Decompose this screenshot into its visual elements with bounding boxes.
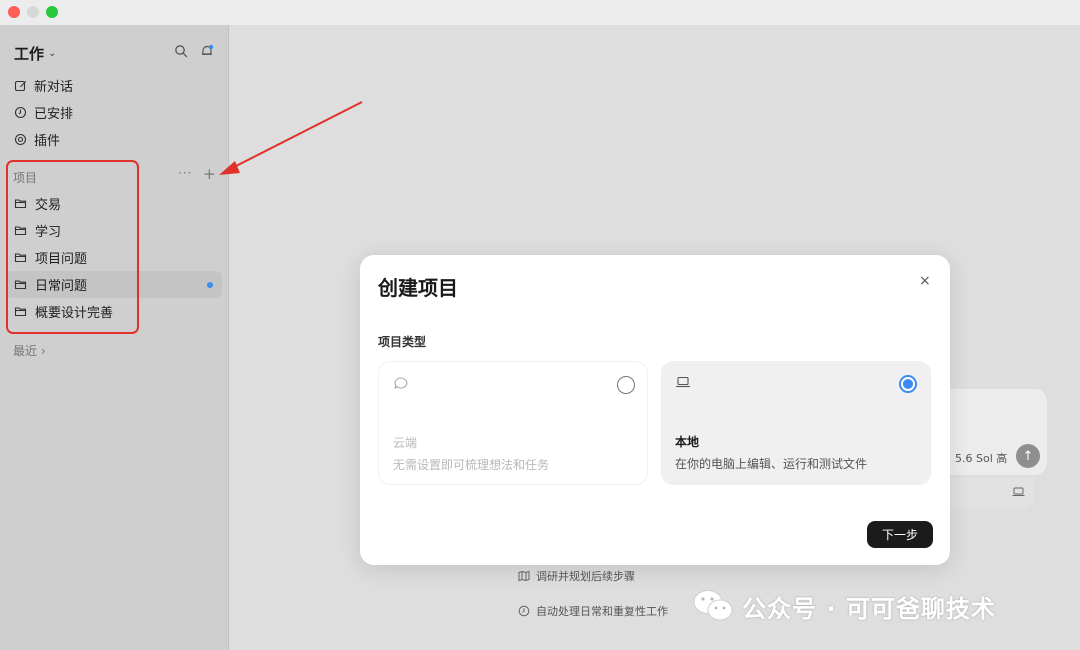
workspace-name: 工作 xyxy=(14,45,45,63)
nav-new-chat-label: 新对话 xyxy=(34,79,74,95)
local-option-name: 本地 xyxy=(675,435,700,449)
watermark: 公众号 · 可可爸聊技术 xyxy=(692,588,996,624)
wechat-icon xyxy=(693,590,733,621)
send-button[interactable]: ↑ xyxy=(1016,444,1040,468)
window-titlebar xyxy=(0,0,1080,25)
cloud-option-name: 云端 xyxy=(393,436,418,450)
nav-plugins[interactable]: 插件 xyxy=(14,130,61,149)
sidebar: 工作 ⌄ 新对话 已安排 插件 项目 ··· + 交易 学习 项目问题 日常问题… xyxy=(0,25,229,650)
cloud-radio[interactable] xyxy=(617,376,635,394)
workspace-switcher[interactable]: 工作 ⌄ xyxy=(14,43,56,64)
map-icon xyxy=(518,570,530,582)
add-project-button[interactable]: + xyxy=(203,165,216,183)
close-icon[interactable]: × xyxy=(919,273,931,289)
suggestion-label: 自动处理日常和重复性工作 xyxy=(536,605,668,618)
clock-icon xyxy=(518,605,530,617)
search-icon[interactable] xyxy=(174,44,188,58)
at-icon xyxy=(14,133,27,145)
project-type-label: 项目类型 xyxy=(378,335,427,349)
dialog-title: 创建项目 xyxy=(378,276,458,300)
nav-scheduled[interactable]: 已安排 xyxy=(14,103,74,122)
laptop-icon xyxy=(676,376,690,388)
suggestion-label: 调研并规划后续步骤 xyxy=(536,570,635,583)
projects-more-button[interactable]: ··· xyxy=(178,166,192,180)
local-option-card[interactable]: 本地 在你的电脑上编辑、运行和测试文件 xyxy=(661,361,931,485)
chevron-down-icon: ⌄ xyxy=(48,48,57,59)
local-radio[interactable] xyxy=(899,375,917,393)
recent-section-toggle[interactable]: 最近 › xyxy=(13,342,46,359)
next-button[interactable]: 下一步 xyxy=(867,521,933,548)
laptop-icon[interactable] xyxy=(1012,487,1025,497)
cloud-option-desc: 无需设置即可梳理想法和任务 xyxy=(393,458,550,472)
unread-dot xyxy=(207,282,213,288)
zoom-window-button[interactable] xyxy=(46,6,58,18)
clock-icon xyxy=(14,106,27,118)
nav-scheduled-label: 已安排 xyxy=(34,106,74,122)
cloud-option-card[interactable]: 云端 无需设置即可梳理想法和任务 xyxy=(378,361,648,485)
suggestion-item[interactable]: 调研并规划后续步骤 xyxy=(518,568,635,584)
close-window-button[interactable] xyxy=(8,6,20,18)
annotation-highlight-box xyxy=(6,160,139,334)
watermark-text: 公众号 · 可可爸聊技术 xyxy=(742,594,996,623)
chat-bubble-icon xyxy=(394,377,408,389)
nav-new-chat[interactable]: 新对话 xyxy=(14,76,74,95)
local-option-desc: 在你的电脑上编辑、运行和测试文件 xyxy=(675,457,868,471)
minimize-window-button[interactable] xyxy=(27,6,39,18)
bell-icon[interactable] xyxy=(200,44,214,58)
nav-plugins-label: 插件 xyxy=(34,133,61,149)
create-project-dialog: 创建项目 × 项目类型 云端 无需设置即可梳理想法和任务 本地 在你的电脑上编辑… xyxy=(360,255,950,565)
edit-icon xyxy=(14,80,27,91)
model-selector[interactable]: 5.6 Sol 高 xyxy=(955,450,1007,466)
suggestion-item[interactable]: 自动处理日常和重复性工作 xyxy=(518,603,668,619)
